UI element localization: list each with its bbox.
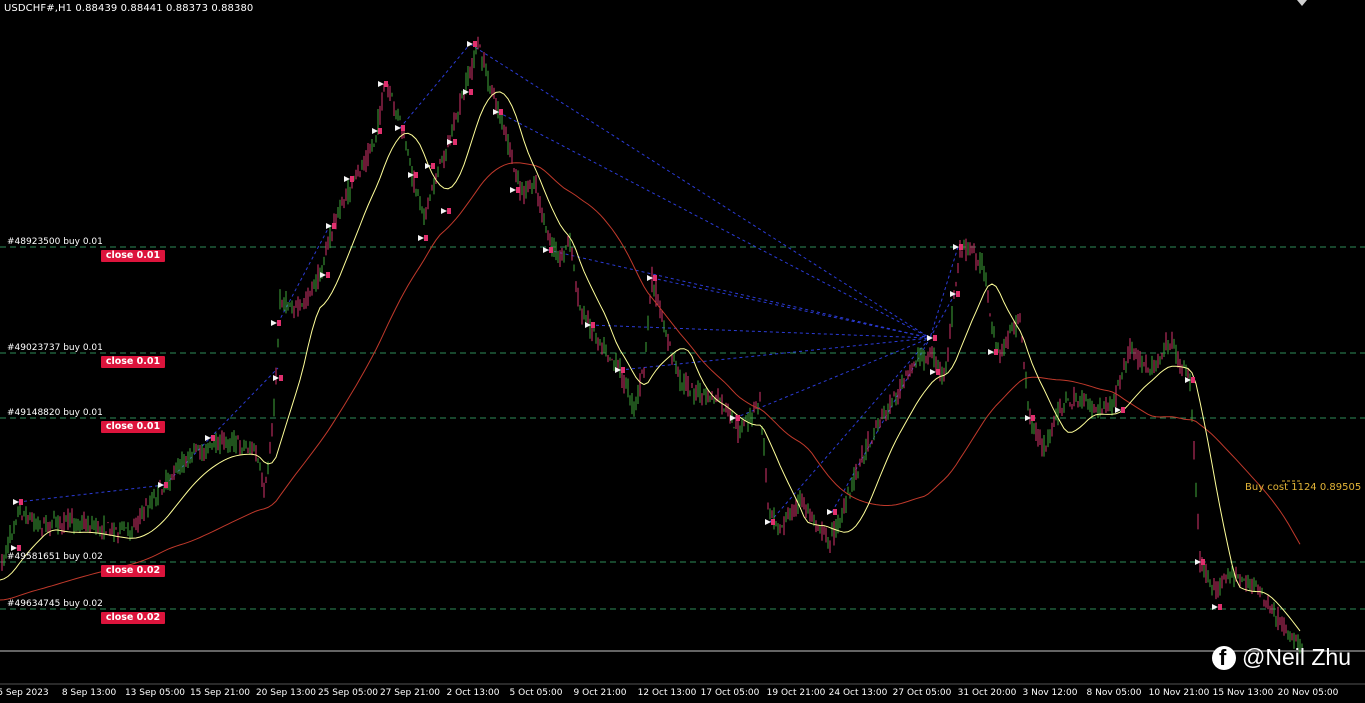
trade-arrow-icon [765,519,775,525]
time-axis-label: 5 Sep 2023 [0,688,49,698]
time-axis-label: 15 Sep 21:00 [189,688,251,698]
time-axis-label: 20 Sep 13:00 [255,688,317,698]
trade-arrow-icon [953,244,963,250]
trade-link-line [209,367,279,439]
trade-arrow-icon [372,128,382,134]
order-label: #49581651 buy 0.02 [7,552,103,562]
trade-arrow-icon [827,509,837,515]
watermark: f @Neil Zhu [1212,644,1351,671]
time-axis-label: 3 Nov 12:00 [1022,688,1078,698]
trade-arrow-icon [344,176,354,182]
trade-arrow-icon [158,482,168,488]
time-axis-label: 5 Oct 05:00 [509,688,563,698]
trade-link-lines [17,43,959,523]
facebook-icon: f [1212,645,1236,670]
fast-moving-average [0,91,1301,632]
buy-cost-label: Buy cost 1124 0.89505 [1245,482,1362,493]
trade-arrow-icon [378,81,388,87]
time-axis-label: 25 Sep 05:00 [317,688,379,698]
trade-arrow-icon [271,320,281,326]
order-label: #49023737 buy 0.01 [7,343,103,353]
trade-arrow-icon [730,415,740,421]
trade-arrow-icon [467,41,477,47]
trade-arrow-icon [950,291,960,297]
time-axis-label: 27 Oct 05:00 [892,688,952,698]
price-chart[interactable] [0,0,1365,703]
time-axis-label: 10 Nov 21:00 [1148,688,1210,698]
close-order-button[interactable]: close 0.01 [101,421,165,433]
time-axis-label: 13 Sep 05:00 [124,688,186,698]
time-axis-label: 15 Nov 13:00 [1212,688,1274,698]
order-level-lines [0,246,1365,610]
time-axis-label: 9 Oct 21:00 [573,688,627,698]
trade-link-line [547,249,931,339]
time-axis-label: 31 Oct 20:00 [957,688,1017,698]
trade-arrow-icon [320,272,330,278]
trade-arrow-icon [1212,604,1222,610]
slow-moving-average [0,162,1301,601]
trade-link-line [589,324,931,339]
trade-arrow-icon [273,375,283,381]
trade-link-line [469,43,931,339]
trade-arrow-icon [510,187,520,193]
trade-arrow-icon [988,349,998,355]
trade-arrow-icon [930,369,940,375]
close-order-button[interactable]: close 0.01 [101,356,165,368]
close-order-button[interactable]: close 0.02 [101,612,165,624]
candlesticks [1,36,1303,654]
trade-arrow-icon [463,89,473,95]
order-label: #49148820 buy 0.01 [7,408,103,418]
time-axis-label: 19 Oct 21:00 [766,688,826,698]
trade-link-line [929,293,956,339]
order-label: #48923500 buy 0.01 [7,237,103,247]
time-axis-label: 20 Nov 05:00 [1277,688,1339,698]
trade-markers [11,41,1222,610]
time-axis-label: 27 Sep 21:00 [379,688,441,698]
time-axis-label: 8 Sep 13:00 [61,688,117,698]
trade-link-line [831,337,931,513]
trade-arrow-icon [927,335,937,341]
trade-arrow-icon [11,545,21,551]
trade-arrow-icon [326,223,336,229]
trade-arrow-icon [447,139,457,145]
trade-link-line [17,484,166,503]
symbol-header: USDCHF#,H1 0.88439 0.88441 0.88373 0.883… [4,3,254,14]
trade-arrow-icon [205,435,215,441]
trade-arrow-icon [395,125,405,131]
trade-arrow-icon [13,499,23,505]
time-axis-label: 17 Oct 05:00 [700,688,760,698]
close-order-button[interactable]: close 0.01 [101,250,165,262]
trade-arrow-icon [543,247,553,253]
time-axis-label: 12 Oct 13:00 [637,688,697,698]
trade-link-line [497,111,931,339]
trade-link-line [734,337,931,419]
trade-arrow-icon [441,208,451,214]
time-axis-label: 8 Nov 05:00 [1086,688,1142,698]
trade-link-line [399,43,471,129]
close-order-button[interactable]: close 0.02 [101,565,165,577]
time-axis-label: 2 Oct 13:00 [446,688,500,698]
trade-arrow-icon [418,235,428,241]
chevron-down-icon[interactable] [1297,0,1307,6]
time-axis-label: 24 Oct 13:00 [828,688,888,698]
order-label: #49634745 buy 0.02 [7,599,103,609]
time-axis: 5 Sep 2023 8 Sep 13:00 13 Sep 05:00 15 Sep … [0,650,1365,703]
watermark-text: @Neil Zhu [1242,644,1351,670]
trade-link-line [619,337,931,371]
trade-arrow-icon [408,172,418,178]
